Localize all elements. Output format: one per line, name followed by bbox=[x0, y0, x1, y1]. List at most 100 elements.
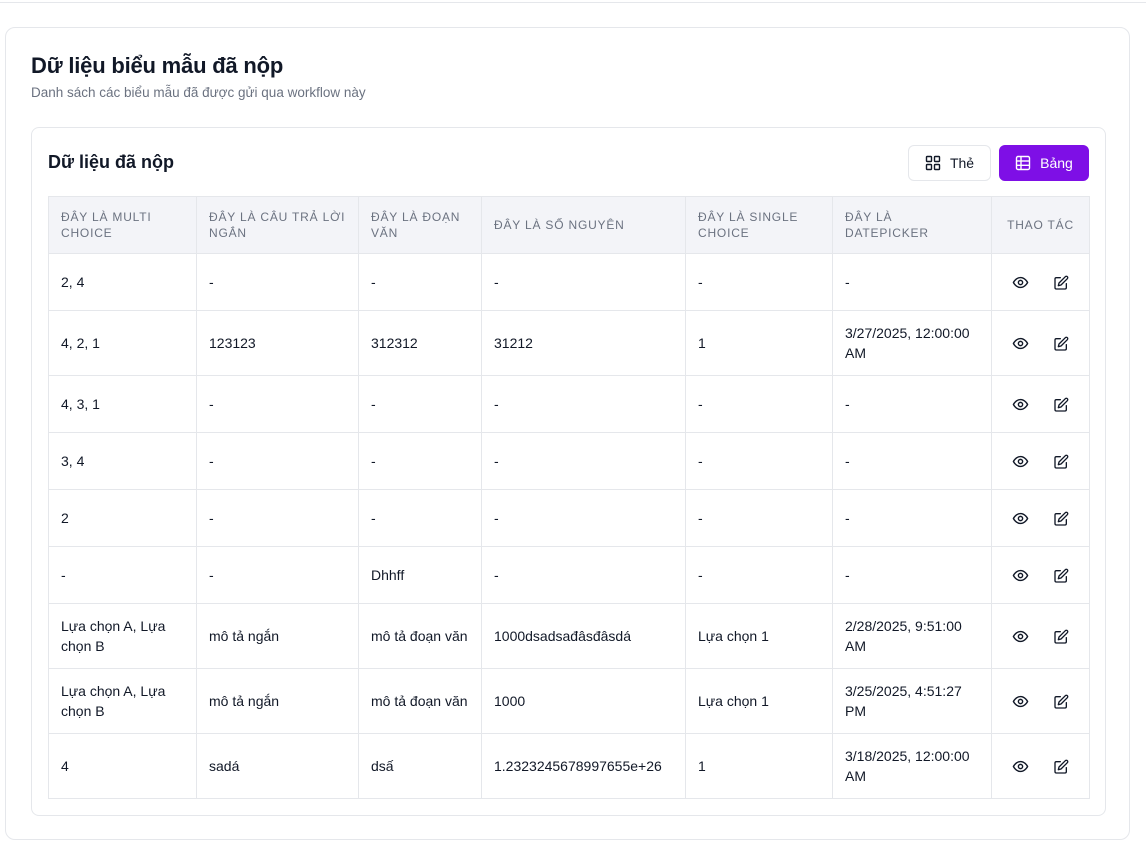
page-subtitle: Danh sách các biểu mẫu đã được gửi qua w… bbox=[31, 85, 366, 100]
view-eye-icon[interactable] bbox=[1010, 566, 1030, 586]
row-actions bbox=[1010, 452, 1071, 472]
table-cell: - bbox=[832, 375, 992, 433]
table-cell: 1.2323245678997655e+26 bbox=[481, 733, 686, 799]
table-cell: - bbox=[481, 489, 686, 547]
column-header[interactable]: Đây là datepicker bbox=[832, 196, 992, 254]
table-row: Lựa chọn A, Lựa chọn Bmô tả ngắn mô tả đo… bbox=[48, 668, 1090, 734]
edit-icon[interactable] bbox=[1051, 566, 1071, 586]
table-cell: Lựa chọn 1 bbox=[685, 603, 833, 669]
table-cell: Dhhff bbox=[358, 546, 482, 604]
table-cell: - bbox=[685, 546, 833, 604]
table-cell: Lựa chọn A, Lựa chọn B bbox=[48, 668, 197, 734]
table-row: 3, 4----- bbox=[48, 432, 1090, 490]
table-icon bbox=[1015, 155, 1031, 171]
table-cell: - bbox=[358, 489, 482, 547]
edit-icon[interactable] bbox=[1051, 395, 1071, 415]
table-cell: - bbox=[685, 432, 833, 490]
table-cell: 4, 2, 1 bbox=[48, 310, 197, 376]
row-actions bbox=[1010, 692, 1071, 712]
edit-icon[interactable] bbox=[1051, 273, 1071, 293]
table-cell: 3/18/2025, 12:00:00 AM bbox=[832, 733, 992, 799]
view-eye-icon[interactable] bbox=[1010, 395, 1030, 415]
table-cell: 2/28/2025, 9:51:00 AM bbox=[832, 603, 992, 669]
row-actions-cell bbox=[991, 375, 1090, 433]
table-cell: - bbox=[832, 546, 992, 604]
row-actions-cell bbox=[991, 546, 1090, 604]
edit-icon[interactable] bbox=[1051, 334, 1071, 354]
edit-icon[interactable] bbox=[1051, 627, 1071, 647]
row-actions-cell bbox=[991, 489, 1090, 547]
table-cell: 3/25/2025, 4:51:27 PM bbox=[832, 668, 992, 734]
table-cell: - bbox=[481, 253, 686, 311]
table-cell: - bbox=[196, 546, 359, 604]
view-eye-icon[interactable] bbox=[1010, 334, 1030, 354]
row-actions bbox=[1010, 273, 1071, 293]
table-cell: - bbox=[832, 432, 992, 490]
table-cell: 312312 bbox=[358, 310, 482, 376]
panel-title: Dữ liệu đã nộp bbox=[48, 152, 175, 172]
table-cell: - bbox=[48, 546, 197, 604]
view-eye-icon[interactable] bbox=[1010, 452, 1030, 472]
table-cell: 2, 4 bbox=[48, 253, 197, 311]
table-cell: - bbox=[685, 253, 833, 311]
table-cell: - bbox=[196, 375, 359, 433]
submissions-table-container: Đây là multi choice Đây là câu trả lời n… bbox=[48, 196, 1090, 799]
view-cards-button[interactable]: Thẻ bbox=[908, 145, 991, 181]
edit-icon[interactable] bbox=[1051, 509, 1071, 529]
table-cell: - bbox=[832, 489, 992, 547]
submissions-table: Đây là multi choice Đây là câu trả lời n… bbox=[48, 196, 1090, 799]
table-cell: mô tả đoạn văn bbox=[358, 668, 482, 734]
edit-icon[interactable] bbox=[1051, 452, 1071, 472]
table-cell: - bbox=[358, 253, 482, 311]
table-cell: - bbox=[481, 432, 686, 490]
table-row: - - Dhhff - - - bbox=[48, 546, 1090, 604]
page-title: Dữ liệu biểu mẫu đã nộp bbox=[31, 53, 284, 78]
table-cell: 1 bbox=[685, 733, 833, 799]
table-cell: Lựa chọn 1 bbox=[685, 668, 833, 734]
table-cell: 2 bbox=[48, 489, 197, 547]
table-cell: - bbox=[481, 546, 686, 604]
view-eye-icon[interactable] bbox=[1010, 509, 1030, 529]
submitted-data-panel: Dữ liệu đã nộp Thẻ Bảng ĐÂY LÀ MULTI CHO… bbox=[31, 127, 1106, 816]
edit-icon[interactable] bbox=[1051, 757, 1071, 777]
view-table-button[interactable]: Bảng bbox=[999, 145, 1089, 181]
column-header[interactable]: Đây là đoạn văn bbox=[358, 196, 482, 254]
view-cards-label: Thẻ bbox=[949, 155, 975, 171]
table-cell: 1000 bbox=[481, 668, 686, 734]
column-header[interactable]: Đây là câu trả lời ngắn bbox=[196, 196, 359, 254]
column-header[interactable]: Đây là số nguyên bbox=[481, 196, 686, 254]
table-cell: 1 bbox=[685, 310, 833, 376]
table-cell: 3, 4 bbox=[48, 432, 197, 490]
table-cell: Lựa chọn A, Lựa chọn B bbox=[48, 603, 197, 669]
table-cell: - bbox=[196, 432, 359, 490]
table-cell: - bbox=[358, 375, 482, 433]
row-actions bbox=[1010, 334, 1071, 354]
column-header[interactable]: Đây là single choice bbox=[685, 196, 833, 254]
table-cell: mô tả đoạn văn bbox=[358, 603, 482, 669]
table-row: 2, 4----- bbox=[48, 253, 1090, 311]
table-cell: 1000dsadsađâsđâsdá bbox=[481, 603, 686, 669]
column-header[interactable]: Đây là multi choice bbox=[48, 196, 197, 254]
view-eye-icon[interactable] bbox=[1010, 627, 1030, 647]
table-row: 4, 3, 1----- bbox=[48, 375, 1090, 433]
table-row: 4 sadá dsấ 1.2323245678997655e+26 1 3/18/2025… bbox=[48, 733, 1090, 799]
row-actions-cell bbox=[991, 668, 1090, 734]
grid-icon bbox=[925, 155, 941, 171]
table-cell: - bbox=[196, 489, 359, 547]
table-cell: 123123 bbox=[196, 310, 359, 376]
table-cell: 4 bbox=[48, 733, 197, 799]
view-eye-icon[interactable] bbox=[1010, 273, 1030, 293]
table-cell: 31212 bbox=[481, 310, 686, 376]
view-eye-icon[interactable] bbox=[1010, 757, 1030, 777]
table-cell: mô tả ngắn bbox=[196, 668, 359, 734]
row-actions-cell bbox=[991, 310, 1090, 376]
row-actions bbox=[1010, 627, 1071, 647]
table-cell: - bbox=[832, 253, 992, 311]
row-actions-cell bbox=[991, 733, 1090, 799]
table-cell: mô tả ngắn bbox=[196, 603, 359, 669]
table-row: 4, 2, 1 123123 312312 31212 1 3/27/2025, 12:0… bbox=[48, 310, 1090, 376]
edit-icon[interactable] bbox=[1051, 692, 1071, 712]
table-cell: - bbox=[685, 489, 833, 547]
row-actions bbox=[1010, 566, 1071, 586]
view-eye-icon[interactable] bbox=[1010, 692, 1030, 712]
